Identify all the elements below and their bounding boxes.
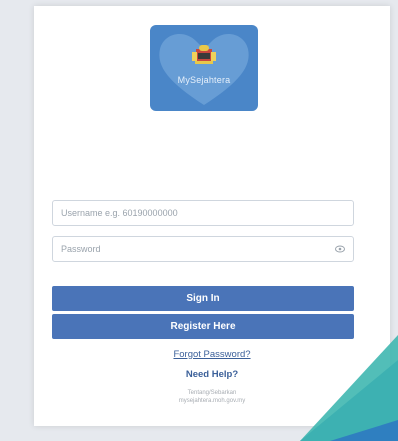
corner-decoration: [300, 335, 398, 441]
screen: MySejahtera Sign In Register Here Forgot…: [0, 0, 398, 441]
